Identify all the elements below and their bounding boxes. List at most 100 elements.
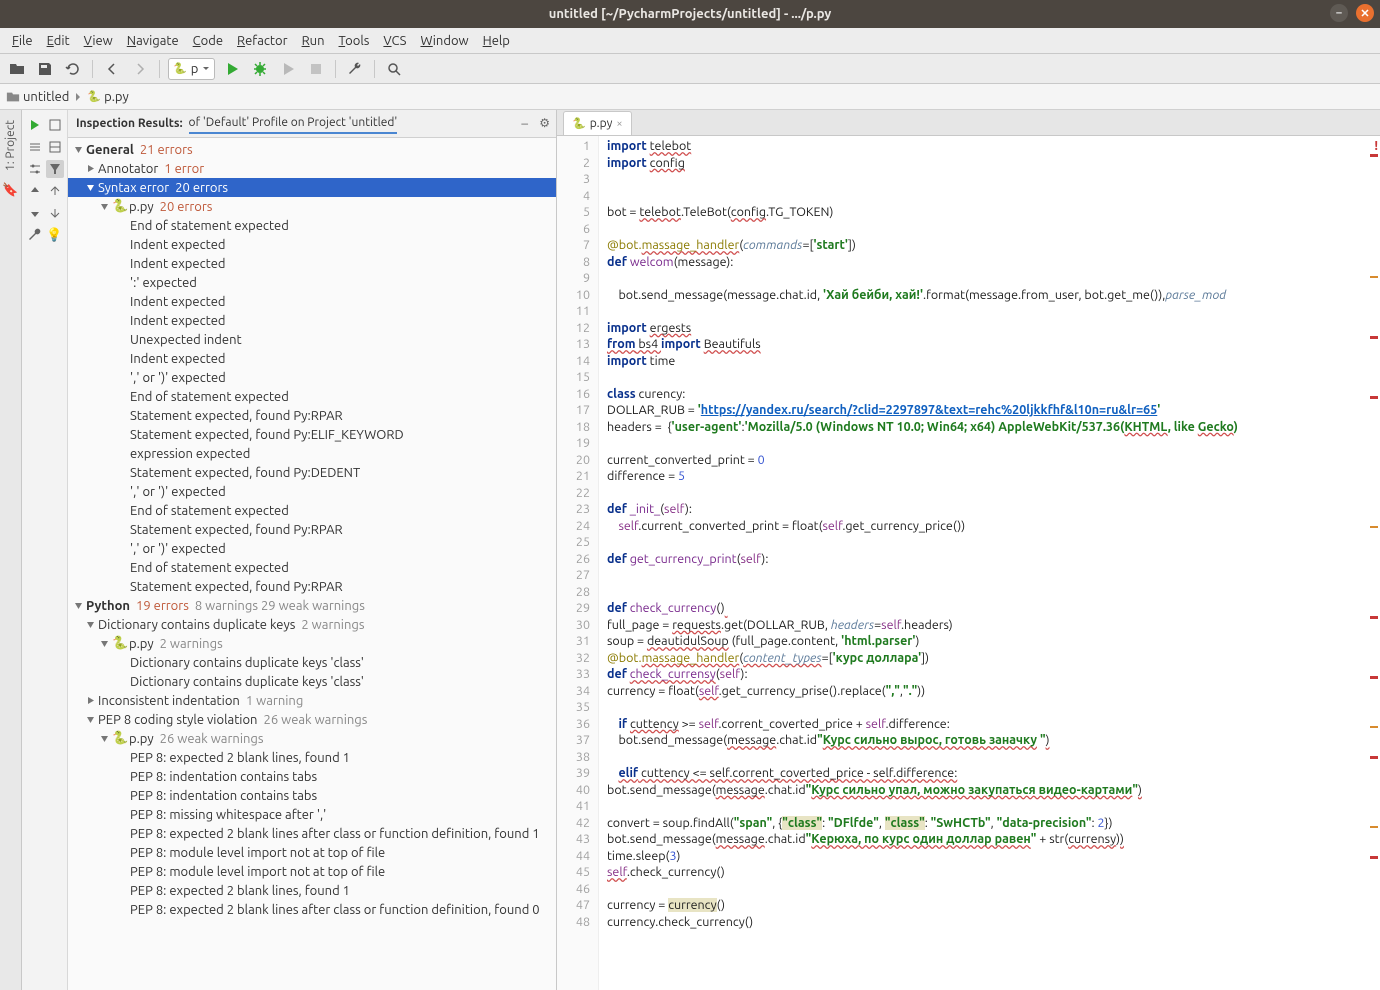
tree-item[interactable]: Syntax error20 errors [68, 178, 556, 197]
gear-icon[interactable]: ⚙ [539, 116, 550, 130]
tree-item[interactable]: Statement expected, found Py:RPAR [68, 520, 556, 539]
debug-icon[interactable] [249, 58, 271, 80]
hide-icon[interactable]: ‒ [521, 116, 528, 130]
settings-icon[interactable] [26, 160, 44, 178]
tree-item[interactable]: ',' or ')' expected [68, 368, 556, 387]
tree-item[interactable]: Indent expected [68, 349, 556, 368]
back-icon[interactable] [101, 58, 123, 80]
filter-icon[interactable] [46, 160, 64, 178]
tree-item[interactable]: Inconsistent indentation1 warning [68, 691, 556, 710]
tree-item[interactable]: PEP 8: module level import not at top of… [68, 843, 556, 862]
tree-twisty-icon[interactable] [84, 182, 96, 194]
minimize-button[interactable]: – [1330, 4, 1348, 22]
fix-icon[interactable] [26, 226, 44, 244]
tree-twisty-icon[interactable] [84, 714, 96, 726]
forward-icon[interactable] [129, 58, 151, 80]
tree-twisty-icon[interactable] [72, 600, 84, 612]
run-with-coverage-icon[interactable] [277, 58, 299, 80]
stop-icon[interactable] [305, 58, 327, 80]
tree-item[interactable]: ':' expected [68, 273, 556, 292]
next-icon[interactable] [26, 204, 44, 222]
tree-twisty-icon[interactable] [98, 733, 110, 745]
refresh-icon[interactable] [62, 58, 84, 80]
tree-item[interactable]: Statement expected, found Py:RPAR [68, 406, 556, 425]
tree-twisty-icon[interactable] [72, 144, 84, 156]
search-icon[interactable] [383, 58, 405, 80]
bulb-icon[interactable]: 💡 [46, 226, 64, 244]
tree-item[interactable]: General21 errors [68, 140, 556, 159]
tree-item[interactable]: Dictionary contains duplicate keys 'clas… [68, 672, 556, 691]
close-tab-icon[interactable]: × [616, 118, 622, 130]
menu-run[interactable]: Run [296, 32, 331, 50]
tree-item[interactable]: Indent expected [68, 254, 556, 273]
menu-window[interactable]: Window [414, 32, 474, 50]
rerun-icon[interactable] [26, 116, 44, 134]
tree-item[interactable]: PEP 8 coding style violation26 weak warn… [68, 710, 556, 729]
breadcrumb-project[interactable]: untitled [6, 90, 69, 104]
tree-twisty-icon[interactable] [84, 695, 96, 707]
export-icon[interactable] [46, 182, 64, 200]
close-button[interactable]: ✕ [1356, 4, 1374, 22]
tree-item[interactable]: End of statement expected [68, 501, 556, 520]
tree-item[interactable]: PEP 8: expected 2 blank lines, found 1 [68, 881, 556, 900]
tree-twisty-icon[interactable] [98, 201, 110, 213]
tree-item[interactable]: Python19 errors 8 warnings 29 weak warni… [68, 596, 556, 615]
code-editor[interactable]: 1234567891011121314151617181920212223242… [557, 136, 1380, 990]
menu-refactor[interactable]: Refactor [231, 32, 294, 50]
tree-item[interactable]: Indent expected [68, 311, 556, 330]
menu-vcs[interactable]: VCS [377, 32, 412, 50]
menu-help[interactable]: Help [477, 32, 516, 50]
tree-item[interactable]: Statement expected, found Py:DEDENT [68, 463, 556, 482]
tree-item[interactable]: PEP 8: indentation contains tabs [68, 767, 556, 786]
save-icon[interactable] [34, 58, 56, 80]
tree-item[interactable]: expression expected [68, 444, 556, 463]
tree-item[interactable]: Dictionary contains duplicate keys2 warn… [68, 615, 556, 634]
tree-item[interactable]: ',' or ')' expected [68, 539, 556, 558]
tree-item[interactable]: PEP 8: expected 2 blank lines, found 1 [68, 748, 556, 767]
tree-item[interactable]: Statement expected, found Py:RPAR [68, 577, 556, 596]
tree-twisty-icon[interactable] [84, 619, 96, 631]
editor-tab-p-py[interactable]: 🐍 p.py × [563, 111, 632, 135]
tree-item[interactable]: Unexpected indent [68, 330, 556, 349]
menu-code[interactable]: Code [187, 32, 229, 50]
prev-icon[interactable] [26, 182, 44, 200]
error-indicator-icon[interactable]: ! [1374, 138, 1378, 155]
import-icon[interactable] [46, 204, 64, 222]
tree-item[interactable]: PEP 8: expected 2 blank lines after clas… [68, 900, 556, 919]
tree-item[interactable]: End of statement expected [68, 387, 556, 406]
tree-item[interactable]: 🐍p.py26 weak warnings [68, 729, 556, 748]
menu-tools[interactable]: Tools [333, 32, 376, 50]
group-by-icon[interactable] [46, 138, 64, 156]
open-icon[interactable] [6, 58, 28, 80]
tree-item[interactable]: PEP 8: missing whitespace after ',' [68, 805, 556, 824]
breadcrumb-file[interactable]: 🐍 p.py [87, 90, 128, 104]
run-configuration-select[interactable]: 🐍 p [168, 58, 215, 80]
menu-file[interactable]: File [6, 32, 39, 50]
project-tool-button[interactable]: 1: Project [4, 116, 17, 175]
tree-item[interactable]: ',' or ')' expected [68, 482, 556, 501]
tree-item[interactable]: Dictionary contains duplicate keys 'clas… [68, 653, 556, 672]
bookmark-icon[interactable]: 🔖 [2, 183, 18, 198]
tree-item[interactable]: Indent expected [68, 292, 556, 311]
tree-item[interactable]: 🐍p.py2 warnings [68, 634, 556, 653]
tree-item[interactable]: Indent expected [68, 235, 556, 254]
tree-item[interactable]: Statement expected, found Py:ELIF_KEYWOR… [68, 425, 556, 444]
wrench-icon[interactable] [344, 58, 366, 80]
tree-item[interactable]: PEP 8: expected 2 blank lines after clas… [68, 824, 556, 843]
tree-item[interactable]: End of statement expected [68, 216, 556, 235]
inspection-profile-tab[interactable]: of 'Default' Profile on Project 'untitle… [189, 116, 398, 134]
tree-item[interactable]: Annotator1 error [68, 159, 556, 178]
tree-twisty-icon[interactable] [84, 163, 96, 175]
tree-item[interactable]: PEP 8: module level import not at top of… [68, 862, 556, 881]
menu-navigate[interactable]: Navigate [121, 32, 185, 50]
tree-item[interactable]: 🐍p.py20 errors [68, 197, 556, 216]
tree-item[interactable]: PEP 8: indentation contains tabs [68, 786, 556, 805]
menu-view[interactable]: View [78, 32, 119, 50]
editor-code[interactable]: import telebotimport config bot = telebo… [599, 136, 1380, 990]
error-stripe[interactable]: ! [1368, 136, 1380, 990]
menu-edit[interactable]: Edit [41, 32, 76, 50]
run-icon[interactable] [221, 58, 243, 80]
inspection-tree[interactable]: General21 errorsAnnotator1 errorSyntax e… [68, 138, 556, 990]
tree-twisty-icon[interactable] [98, 638, 110, 650]
expand-all-icon[interactable] [46, 116, 64, 134]
